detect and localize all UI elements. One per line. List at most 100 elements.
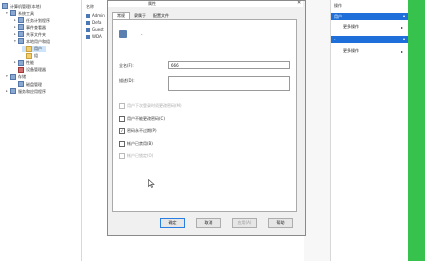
tool-icon <box>18 31 24 38</box>
cancel-button[interactable]: 取消 <box>196 218 221 228</box>
tool-icon <box>10 10 16 16</box>
collapse-icon[interactable]: ▴ <box>403 36 405 41</box>
expand-icon[interactable]: ▾ <box>6 74 9 79</box>
list-item[interactable]: Guest <box>86 27 104 32</box>
tree-item-label: 用户 <box>34 46 42 51</box>
tool-icon <box>18 81 24 87</box>
checkbox-option[interactable]: 用户不能更改密码(C) <box>119 115 165 122</box>
tree-item[interactable]: 用户 <box>22 45 46 52</box>
actions-section-users[interactable]: 用户 ▴ <box>331 13 408 20</box>
user-icon <box>86 20 90 25</box>
list-item[interactable]: Defa <box>86 20 101 25</box>
tree-item-label: 事件查看器 <box>26 24 46 30</box>
list-item-label: Admin <box>92 13 105 18</box>
tree-item-label: 组 <box>34 53 38 59</box>
fullname-field[interactable]: 666 <box>168 61 290 69</box>
checkbox-icon[interactable] <box>119 153 125 159</box>
tree-item[interactable]: 设备管理器 <box>14 66 46 73</box>
tool-icon <box>18 24 24 31</box>
tree-item-label: 设备管理器 <box>26 67 46 73</box>
fullname-label: 全名(F): <box>119 63 134 68</box>
help-button[interactable]: 帮助 <box>268 218 293 228</box>
tree-item-label: 共享文件夹 <box>26 31 46 37</box>
checkbox-label: 用户下次登录时须更改密码(M) <box>127 103 182 108</box>
checkbox-option[interactable]: ✓ 密码永不过期(P) <box>119 128 157 134</box>
tree-item-label: 磁盘管理 <box>26 81 42 87</box>
side-green-bar <box>408 0 425 261</box>
list-header[interactable]: 名称 <box>86 4 94 10</box>
chevron-right-icon: ▸ <box>401 48 404 54</box>
tree-item[interactable]: ▾ 本地用户和组 <box>14 38 50 45</box>
list-item[interactable]: WDA <box>86 34 102 39</box>
checkbox-option[interactable]: 帐户已禁用(B) <box>119 140 153 147</box>
tree-item-label: 服务和应用程序 <box>18 88 46 94</box>
dialog-title: 属性 <box>148 1 156 6</box>
actions-section-user-label: - <box>334 37 336 42</box>
tree-item-label: 存储 <box>18 74 26 80</box>
list-item-label: WDA <box>92 34 102 39</box>
tool-icon <box>10 88 16 95</box>
actions-section-user[interactable]: - ▴ <box>331 36 408 43</box>
tool-icon <box>10 73 16 80</box>
checkbox-option[interactable]: 帐户已锁定(O) <box>119 153 153 159</box>
user-icon <box>119 30 127 38</box>
tree-item-label: 系统工具 <box>18 10 34 16</box>
dialog-titlebar: 属性 ✕ <box>108 0 303 7</box>
tree-item[interactable]: ▸ 任务计划程序 <box>14 17 50 24</box>
tree-item[interactable]: ▸ 服务和应用程序 <box>6 88 46 95</box>
collapse-icon[interactable]: ▴ <box>403 13 405 18</box>
collapse-icon[interactable]: ▸ <box>14 25 17 30</box>
checkbox-icon[interactable] <box>119 115 125 122</box>
checkbox-label: 密码永不过期(P) <box>127 128 157 133</box>
folder-icon <box>26 45 32 52</box>
collapse-icon[interactable]: ▸ <box>6 89 9 94</box>
checkbox-label: 帐户已禁用(B) <box>127 140 153 146</box>
expand-icon[interactable]: ▾ <box>14 39 17 44</box>
tree-item[interactable]: ▾ 存储 <box>6 73 26 80</box>
description-label: 描述(D): <box>119 78 135 83</box>
tree-item[interactable]: ▾ 系统工具 <box>6 10 34 16</box>
user-list-panel: 名称 Admin Defa Guest WDA <box>83 0 107 261</box>
folder-icon <box>26 52 32 59</box>
tree-item[interactable]: 磁盘管理 <box>14 81 42 87</box>
list-item-label: Defa <box>92 20 102 25</box>
more-actions-1[interactable]: 更多操作 ▸ <box>343 24 403 30</box>
tool-icon <box>18 38 24 45</box>
username-label: - <box>141 32 143 37</box>
tree-item-label: 任务计划程序 <box>26 17 50 23</box>
list-item[interactable]: Admin <box>86 13 105 18</box>
checkbox-option[interactable]: 用户下次登录时须更改密码(M) <box>119 103 182 109</box>
tool-icon <box>18 17 24 24</box>
tree-item[interactable]: ▸ 性能 <box>14 59 34 66</box>
user-icon <box>86 27 90 32</box>
user-icon <box>86 34 90 39</box>
description-field[interactable] <box>168 76 290 91</box>
checkbox-icon[interactable] <box>119 103 125 109</box>
tab-general[interactable]: 常规 <box>112 12 130 19</box>
mouse-cursor-icon <box>148 179 155 188</box>
chevron-right-icon: ▸ <box>401 24 404 30</box>
computer-icon <box>2 3 8 9</box>
expand-icon[interactable]: ▾ <box>6 11 9 16</box>
actions-panel: 操作 用户 ▴ 更多操作 ▸ - ▴ 更多操作 ▸ <box>330 0 408 261</box>
collapse-icon[interactable]: ▸ <box>14 18 17 23</box>
ok-button[interactable]: 确定 <box>160 218 185 228</box>
tree-item-label: 性能 <box>26 60 34 66</box>
collapse-icon[interactable]: ▸ <box>14 32 17 37</box>
checkbox-checked-icon[interactable]: ✓ <box>119 128 125 134</box>
checkbox-label: 用户不能更改密码(C) <box>127 115 165 121</box>
tab-content: - 全名(F): 666 描述(D): 用户下次登录时须更改密码(M) 用户不能更… <box>112 19 297 212</box>
collapse-icon[interactable]: ▸ <box>14 60 17 65</box>
more-actions-2[interactable]: 更多操作 ▸ <box>343 48 403 54</box>
tree-item[interactable]: 组 <box>22 52 38 59</box>
tree-item[interactable]: ▸ 共享文件夹 <box>14 31 46 38</box>
apply-button[interactable]: 应用(A) <box>232 218 257 228</box>
tool-icon <box>18 59 24 66</box>
properties-dialog: 属性 ✕ 常规 隶属于 配置文件 - 全名(F): 666 描述(D): 用户下… <box>107 0 306 236</box>
tree-root[interactable]: 计算机管理(本地) <box>2 3 41 9</box>
tree-item[interactable]: ▸ 事件查看器 <box>14 24 46 31</box>
tool-icon <box>18 66 24 73</box>
checkbox-label: 帐户已锁定(O) <box>127 153 154 158</box>
checkbox-icon[interactable] <box>119 140 125 147</box>
close-icon[interactable]: ✕ <box>297 0 301 6</box>
